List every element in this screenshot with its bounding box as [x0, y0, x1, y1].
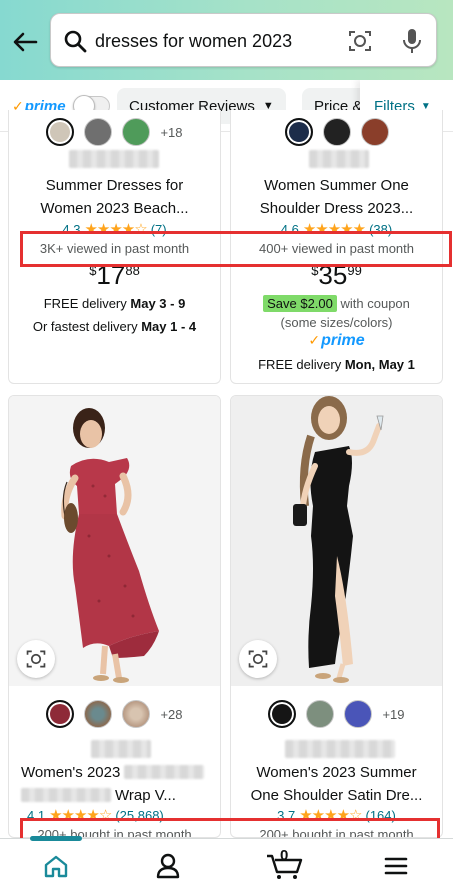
search-input[interactable]: dresses for women 2023 [50, 13, 437, 67]
back-button[interactable] [10, 24, 40, 60]
title-line: Women 2023 Beach... [40, 200, 189, 217]
more-colors[interactable]: +28 [160, 707, 182, 722]
title-line: Summer Dresses for [45, 177, 184, 194]
camera-lens-icon[interactable] [347, 28, 373, 54]
search-query[interactable]: dresses for women 2023 [95, 31, 292, 52]
cart-count: 0 [280, 847, 289, 864]
color-swatches [231, 118, 442, 146]
delivery-info: FREE delivery May 3 - 9 [9, 296, 220, 311]
delivery-date: Mon, May 1 [344, 357, 415, 372]
product-title[interactable]: Women's 2023 Summer One Shoulder Satin D… [237, 761, 436, 807]
bottom-navigation: 0 [0, 838, 453, 890]
color-swatches: +28 [9, 700, 220, 728]
color-swatch[interactable] [84, 118, 113, 146]
prime-check-icon: ✓ [308, 332, 321, 348]
product-card[interactable]: +28 Women's 2023 Wrap V... 4.1 ★★★★☆ (25… [8, 395, 221, 838]
color-swatch[interactable] [306, 700, 335, 728]
coupon-note: (some sizes/colors) [280, 315, 393, 330]
microphone-icon[interactable] [401, 27, 423, 55]
nav-home[interactable] [36, 851, 76, 881]
image-lens-button[interactable] [239, 640, 277, 678]
nav-cart[interactable]: 0 [262, 847, 308, 881]
prime-badge: ✓prime [231, 332, 442, 350]
color-swatch[interactable] [360, 118, 389, 146]
delivery-prefix: FREE delivery [43, 296, 131, 311]
brand-name-redacted [309, 150, 369, 168]
color-swatches: +19 [231, 700, 442, 728]
title-line: Wrap V... [21, 784, 214, 807]
color-swatch[interactable] [46, 700, 75, 728]
product-title[interactable]: Summer Dresses for Women 2023 Beach... [15, 174, 214, 220]
prime-label: prime [321, 332, 365, 349]
title-redacted [21, 788, 111, 802]
coupon-suffix: with coupon [336, 296, 410, 311]
color-swatch[interactable] [322, 118, 351, 146]
home-icon [44, 855, 68, 878]
product-title[interactable]: Women's 2023 Wrap V... [21, 761, 214, 807]
brand-name-redacted [91, 740, 151, 758]
image-lens-button[interactable] [17, 640, 55, 678]
color-swatch[interactable] [344, 700, 373, 728]
title-line: Shoulder Dress 2023... [259, 200, 414, 217]
active-tab-indicator [30, 836, 82, 841]
brand-name-redacted [69, 150, 159, 168]
more-colors[interactable]: +18 [160, 125, 182, 140]
title-line: One Shoulder Satin Dre... [250, 787, 423, 804]
search-header: dresses for women 2023 [0, 0, 453, 80]
delivery-prefix: FREE delivery [258, 357, 345, 372]
delivery-date: May 3 - 9 [130, 296, 186, 311]
camera-lens-icon [248, 650, 268, 668]
title-line: Women's 2023 [21, 761, 214, 784]
title-line-text: Wrap V... [115, 787, 176, 804]
color-swatch[interactable] [284, 118, 313, 146]
color-swatch[interactable] [46, 118, 75, 146]
camera-lens-icon [26, 650, 46, 668]
search-icon [64, 30, 87, 53]
title-redacted [124, 765, 205, 779]
user-icon [156, 853, 180, 879]
back-arrow-icon [13, 32, 38, 52]
fastest-prefix: Or fastest delivery [32, 319, 142, 334]
color-swatch[interactable] [268, 700, 297, 728]
title-line: Women's 2023 Summer [256, 764, 417, 781]
coupon-info[interactable]: Save $2.00 with coupon [231, 295, 442, 312]
fastest-date: May 1 - 4 [141, 319, 197, 334]
color-swatch[interactable] [84, 700, 113, 728]
delivery-info: FREE delivery Mon, May 1 [231, 357, 442, 372]
product-title[interactable]: Women Summer One Shoulder Dress 2023... [237, 174, 436, 220]
color-swatch[interactable] [122, 700, 151, 728]
brand-name-redacted [285, 740, 395, 758]
highlight-box-viewed [20, 231, 452, 267]
color-swatch[interactable] [122, 118, 151, 146]
product-card[interactable]: +19 Women's 2023 Summer One Shoulder Sat… [230, 395, 443, 838]
more-colors[interactable]: +19 [382, 707, 404, 722]
nav-account[interactable] [148, 851, 188, 881]
title-line-text: Women's 2023 [21, 764, 121, 781]
title-line: Women Summer One [264, 177, 409, 194]
hamburger-menu-icon [384, 857, 408, 875]
fastest-delivery-info: Or fastest delivery May 1 - 4 [9, 319, 220, 334]
color-swatches: +18 [9, 118, 220, 146]
nav-menu[interactable] [376, 851, 416, 881]
coupon-badge[interactable]: Save $2.00 [263, 295, 337, 312]
